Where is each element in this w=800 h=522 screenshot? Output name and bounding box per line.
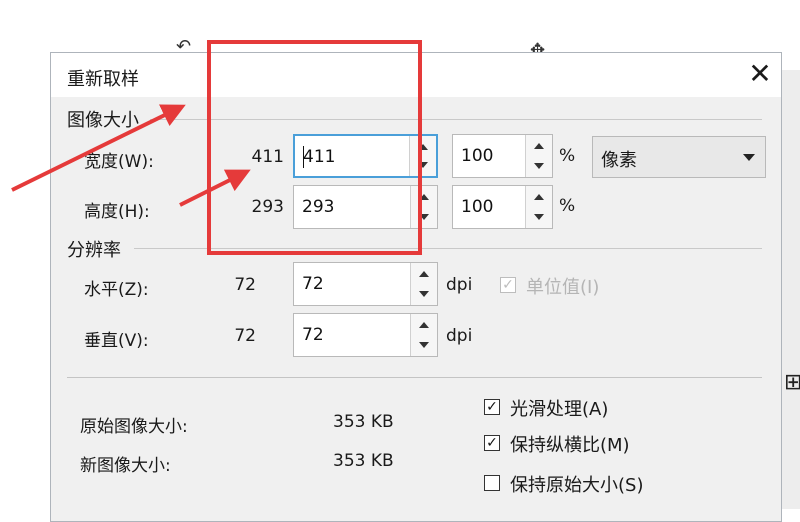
annotation-arrows xyxy=(11,104,251,207)
arrow-to-height xyxy=(179,169,251,207)
arrow-to-image-size xyxy=(11,104,186,192)
